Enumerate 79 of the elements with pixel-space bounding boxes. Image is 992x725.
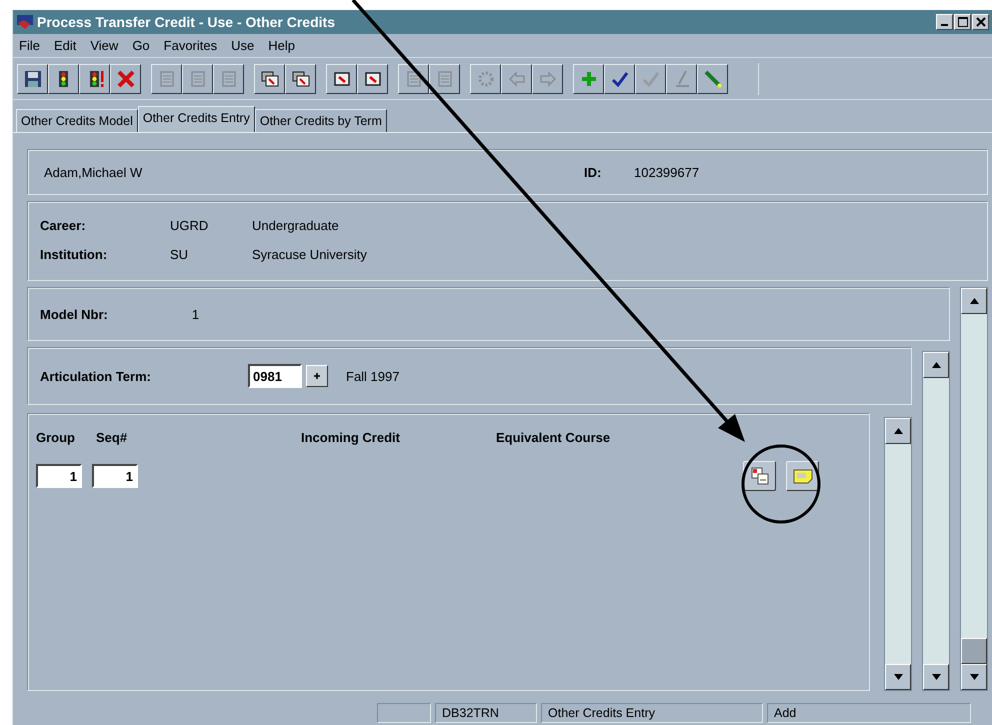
institution-description: Syracuse University [252, 247, 368, 262]
plus-icon [313, 372, 321, 380]
scroll-bar[interactable] [960, 287, 988, 691]
toolbar-button[interactable] [17, 64, 48, 94]
toolbar-button[interactable] [48, 64, 79, 94]
tab[interactable]: Other Credits by Term [254, 109, 387, 132]
student-name: Adam,Michael W [44, 164, 144, 180]
toolbar-button[interactable] [697, 64, 728, 94]
menu-item[interactable]: Help [268, 38, 295, 53]
status-field: DB32TRN [435, 703, 537, 723]
group-field[interactable]: 1 [36, 464, 82, 488]
detail-button[interactable] [743, 461, 776, 491]
close-icon [976, 17, 986, 27]
windows-icon [260, 69, 280, 89]
menu-item[interactable]: Edit [54, 38, 76, 53]
toolbar-button[interactable] [285, 64, 316, 94]
scroll-bar[interactable] [884, 417, 912, 691]
field-label: Career: [40, 218, 87, 233]
maximize-icon [958, 17, 968, 27]
institution-code: SU [170, 247, 190, 262]
column-header: Seq# [96, 430, 128, 445]
documents-icon [750, 466, 770, 486]
window-title: Process Transfer Credit - Use - Other Credits [37, 14, 336, 30]
comment-button[interactable] [786, 461, 819, 491]
up-arrow-icon [970, 298, 978, 304]
column-header: Equivalent Course [496, 430, 610, 445]
toolbar-button[interactable] [357, 64, 388, 94]
toolbar-button[interactable] [110, 64, 141, 94]
menu-item[interactable]: Use [231, 38, 254, 53]
tab[interactable]: Other Credits Model [16, 109, 138, 132]
status-field: Add [767, 703, 971, 723]
student-id: 102399677 [634, 164, 700, 180]
field-label: Model Nbr: [40, 306, 108, 322]
check-icon [640, 69, 660, 89]
close-button[interactable] [972, 14, 989, 30]
close-icon [116, 69, 136, 89]
right-icon [538, 69, 558, 89]
down-arrow-icon [894, 674, 902, 680]
maximize-button[interactable] [954, 14, 971, 30]
tab[interactable]: Other Credits Entry [138, 106, 255, 132]
scroll-thumb[interactable] [961, 638, 987, 664]
prompt-button[interactable] [306, 365, 328, 387]
status-field: Other Credits Entry [541, 703, 763, 723]
column-header: Group [36, 430, 76, 445]
up-arrow-icon [894, 428, 902, 434]
note-icon [792, 467, 814, 485]
field-label: Articulation Term: [40, 368, 152, 384]
pen-icon [702, 69, 722, 89]
gear-icon [476, 69, 496, 89]
scroll-bar[interactable] [922, 351, 950, 691]
toolbar-button[interactable] [326, 64, 357, 94]
career-description: Undergraduate [252, 218, 340, 233]
toolbar-button[interactable] [79, 64, 110, 94]
career-code: UGRD [170, 218, 210, 233]
menu-item[interactable]: Favorites [164, 38, 218, 53]
toolbar-button[interactable] [573, 64, 604, 94]
left-icon [506, 69, 526, 89]
status-panel [377, 703, 431, 723]
menu-item[interactable]: Go [132, 38, 150, 53]
toolbar-button[interactable] [604, 64, 635, 94]
model-number: 1 [192, 306, 200, 322]
toolbar-button[interactable] [254, 64, 285, 94]
seq-field[interactable]: 1 [92, 464, 138, 488]
term-description: Fall 1997 [346, 368, 400, 384]
app-icon [16, 14, 34, 30]
minimize-button[interactable] [936, 14, 953, 30]
down-arrow-icon [970, 674, 978, 680]
menu-item[interactable]: File [19, 38, 40, 53]
windows-icon [290, 69, 310, 89]
field-label: Institution: [40, 247, 108, 262]
menu-item[interactable]: View [90, 38, 118, 53]
down-arrow-icon [932, 674, 940, 680]
term-field[interactable]: 0981 [248, 364, 302, 388]
save-icon [22, 69, 42, 89]
up-arrow-icon [932, 362, 940, 368]
minimize-icon [941, 24, 948, 26]
column-header: Incoming Credit [301, 430, 401, 445]
id-label: ID: [584, 164, 602, 180]
check-icon [610, 69, 630, 89]
